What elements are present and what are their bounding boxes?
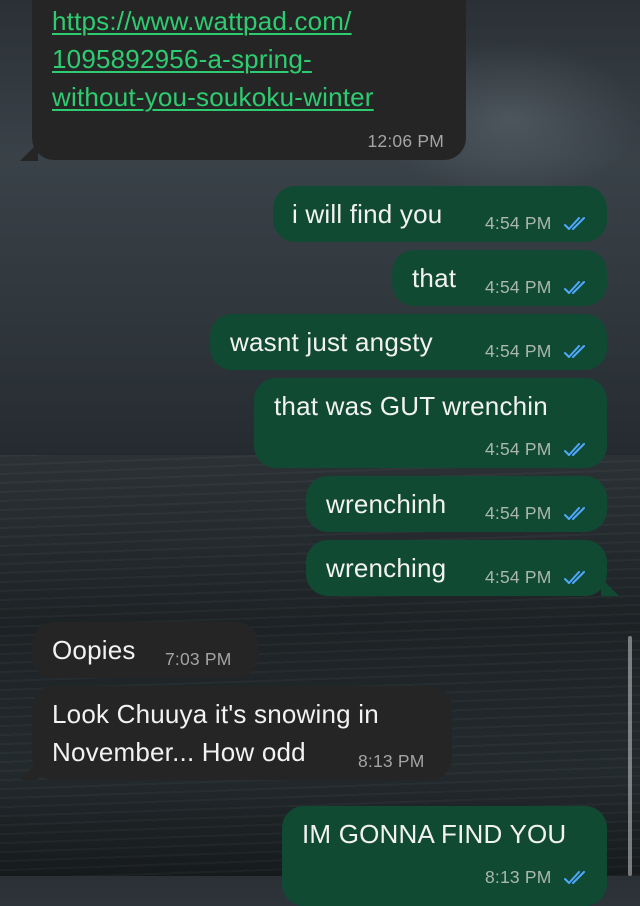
message-bubble-outgoing[interactable]: that was GUT wrenchin 4:54 PM bbox=[254, 378, 607, 468]
message-time: 4:54 PM bbox=[485, 439, 552, 459]
message-link-line[interactable]: 1095892956-a-spring- bbox=[52, 44, 312, 75]
message-bubble-incoming[interactable]: Oopies 7:03 PM bbox=[32, 622, 258, 678]
message-text: i will find you bbox=[292, 199, 443, 229]
message-time: 7:03 PM bbox=[165, 649, 232, 669]
message-time: 8:13 PM bbox=[485, 867, 552, 887]
double-check-icon bbox=[564, 871, 585, 884]
message-time: 4:54 PM bbox=[485, 341, 552, 361]
message-text: that bbox=[412, 263, 457, 293]
double-check-icon bbox=[564, 217, 585, 230]
message-text: that was GUT wrenchin bbox=[274, 391, 548, 421]
message-text: Oopies bbox=[52, 635, 136, 665]
double-check-icon bbox=[564, 507, 585, 520]
message-bubble-outgoing[interactable]: wrenchinh 4:54 PM bbox=[306, 476, 607, 532]
message-bubble-outgoing[interactable]: that 4:54 PM bbox=[392, 250, 607, 306]
message-text: wrenchinh bbox=[326, 489, 447, 519]
double-check-icon bbox=[564, 345, 585, 358]
double-check-icon bbox=[564, 281, 585, 294]
message-time: 4:54 PM bbox=[485, 277, 552, 297]
message-time: 4:54 PM bbox=[485, 503, 552, 523]
message-link-line[interactable]: without-you-soukoku-winter bbox=[52, 82, 374, 113]
message-text: November... How odd bbox=[52, 737, 306, 767]
message-text: IM GONNA FIND YOU bbox=[302, 819, 567, 849]
message-time: 12:06 PM bbox=[367, 131, 444, 151]
message-time: 4:54 PM bbox=[485, 213, 552, 233]
message-bubble-incoming[interactable]: Look Chuuya it's snowing in November... … bbox=[32, 686, 452, 780]
message-text: wasnt just angsty bbox=[230, 327, 433, 357]
message-time: 4:54 PM bbox=[485, 567, 552, 587]
message-bubble-outgoing[interactable]: IM GONNA FIND YOU 8:13 PM bbox=[282, 806, 607, 906]
message-link-line[interactable]: https://www.wattpad.com/ bbox=[52, 6, 352, 37]
message-bubble-outgoing[interactable]: wrenching 4:54 PM bbox=[306, 540, 607, 596]
message-bubble-outgoing[interactable]: i will find you 4:54 PM bbox=[273, 186, 607, 242]
message-text: wrenching bbox=[326, 553, 447, 583]
message-text: Look Chuuya it's snowing in bbox=[52, 699, 379, 729]
double-check-icon bbox=[564, 443, 585, 456]
message-bubble-outgoing[interactable]: wasnt just angsty 4:54 PM bbox=[210, 314, 607, 370]
scrollbar[interactable] bbox=[628, 636, 632, 876]
message-bubble-incoming[interactable]: https://www.wattpad.com/ 1095892956-a-sp… bbox=[32, 0, 466, 160]
double-check-icon bbox=[564, 571, 585, 584]
message-time: 8:13 PM bbox=[358, 751, 425, 771]
